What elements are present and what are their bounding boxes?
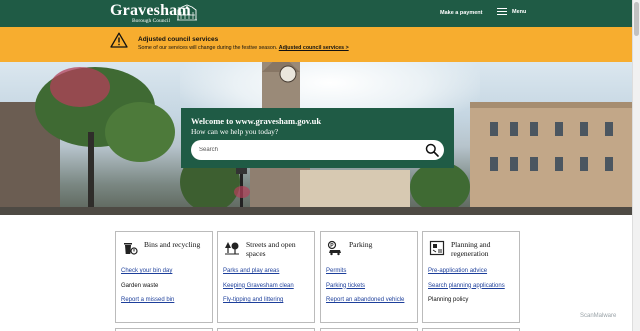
search-input[interactable] [199, 144, 419, 156]
make-payment-link[interactable]: Make a payment [440, 10, 483, 16]
planning-icon [429, 240, 445, 256]
card-link[interactable]: Report an abandoned vehicle [326, 297, 416, 304]
car-icon: P [327, 240, 341, 256]
card-link[interactable]: Planning policy [428, 297, 518, 304]
hamburger-icon [497, 8, 507, 15]
search-box [191, 140, 444, 160]
scrollbar-thumb[interactable] [634, 2, 639, 36]
menu-button[interactable]: Menu [497, 8, 526, 15]
card-link[interactable]: Report a missed bin [121, 297, 211, 304]
crest-icon [177, 4, 197, 21]
logo-subtitle: Borough Council [132, 18, 171, 24]
card-title: Planning and regeneration [451, 240, 491, 258]
alert-text: Some of our services will change during … [138, 45, 349, 51]
trees-icon [225, 242, 239, 255]
card-parking: P Parking Permits Parking tickets Report… [320, 231, 418, 323]
alert-message: Some of our services will change during … [138, 45, 278, 51]
card-link[interactable]: Keeping Gravesham clean [223, 283, 313, 290]
page-scrollbar[interactable] [632, 0, 640, 331]
site-header: Gravesham Borough Council Make a payment… [0, 0, 632, 27]
card-streets-and-open-spaces: Streets and open spaces Parks and play a… [217, 231, 315, 323]
card-link[interactable]: Check your bin day [121, 268, 211, 275]
card-link[interactable]: Parks and play areas [223, 268, 313, 275]
alert-link[interactable]: Adjusted council services > [279, 45, 349, 51]
card-link[interactable]: Search planning applications [428, 283, 518, 290]
card-title: Parking [349, 240, 373, 249]
warning-icon [110, 32, 128, 48]
card-bins-and-recycling: Bins and recycling Check your bin day Ga… [115, 231, 213, 323]
hero-banner: Welcome to www.gravesham.gov.uk How can … [0, 62, 632, 215]
card-title: Bins and recycling [144, 240, 201, 249]
card-link[interactable]: Garden waste [121, 283, 211, 290]
alert-title: Adjusted council services [138, 36, 219, 43]
card-title: Streets and open spaces [246, 240, 296, 258]
card-planning-and-regeneration: Planning and regeneration Pre-applicatio… [422, 231, 520, 323]
menu-label: Menu [512, 8, 527, 15]
service-cards: Bins and recycling Check your bin day Ga… [0, 215, 632, 331]
card-link[interactable]: Permits [326, 268, 416, 275]
card-link[interactable]: Fly-tipping and littering [223, 297, 313, 304]
bin-icon [124, 243, 138, 255]
search-panel: Welcome to www.gravesham.gov.uk How can … [181, 108, 454, 168]
watermark: ScanMalware [580, 313, 617, 319]
service-alert-banner: Adjusted council services Some of our se… [0, 27, 632, 62]
welcome-heading: Welcome to www.gravesham.gov.uk [191, 116, 322, 126]
card-link[interactable]: Pre-application advice [428, 268, 518, 275]
card-link[interactable]: Parking tickets [326, 283, 416, 290]
search-icon[interactable] [425, 143, 439, 157]
welcome-subheading: How can we help you today? [191, 127, 279, 136]
